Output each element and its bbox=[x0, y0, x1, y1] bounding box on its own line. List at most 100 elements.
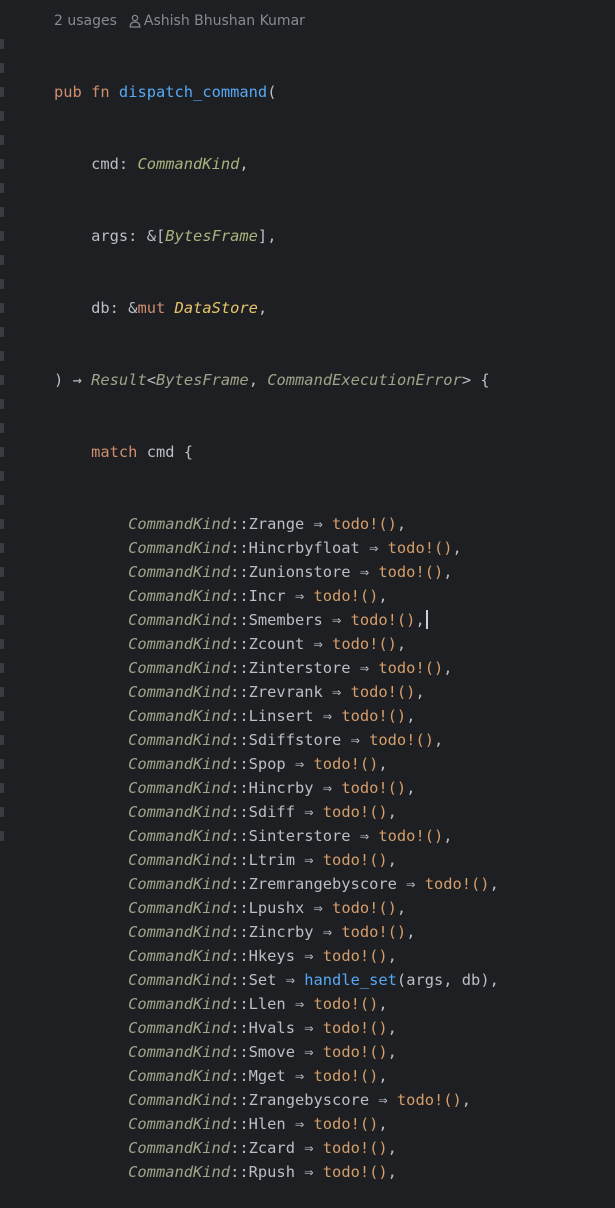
enum-name: CommandKind bbox=[128, 731, 231, 749]
fat-arrow: ⇒ bbox=[294, 1043, 323, 1061]
return-arrow: → bbox=[72, 371, 82, 389]
match-arm-line[interactable]: CommandKind::Zrange ⇒ todo!(), bbox=[54, 512, 615, 536]
return-type: Result bbox=[91, 371, 147, 389]
match-arm-line[interactable]: CommandKind::Hincrbyfloat ⇒ todo!(), bbox=[54, 536, 615, 560]
match-arm-line[interactable]: CommandKind::Zrangebyscore ⇒ todo!(), bbox=[54, 1088, 615, 1112]
enum-name: CommandKind bbox=[128, 779, 231, 797]
match-arm-line[interactable]: CommandKind::Hlen ⇒ todo!(), bbox=[54, 1112, 615, 1136]
fat-arrow: ⇒ bbox=[350, 827, 379, 845]
gutter-line-marker bbox=[0, 279, 4, 289]
todo-macro: todo!() bbox=[341, 707, 407, 725]
todo-macro: todo!() bbox=[341, 779, 407, 797]
keyword-mut: mut bbox=[137, 299, 166, 317]
code-editor[interactable]: pub fn dispatch_command( cmd: CommandKin… bbox=[54, 32, 615, 1208]
enum-variant: Rpush bbox=[248, 1163, 295, 1181]
param-line[interactable]: args: &[BytesFrame], bbox=[54, 224, 615, 248]
author-name[interactable]: Ashish Bhushan Kumar bbox=[144, 13, 305, 29]
enum-variant: Zrevrank bbox=[248, 683, 323, 701]
match-line[interactable]: match cmd { bbox=[54, 440, 615, 464]
gutter-line-marker bbox=[0, 327, 4, 337]
fat-arrow: ⇒ bbox=[313, 923, 342, 941]
todo-macro: todo!() bbox=[322, 803, 388, 821]
match-arm-line[interactable]: CommandKind::Zinterstore ⇒ todo!(), bbox=[54, 656, 615, 680]
match-arm-line[interactable]: CommandKind::Incr ⇒ todo!(), bbox=[54, 584, 615, 608]
gutter-line-marker bbox=[0, 207, 4, 217]
gutter-line-marker bbox=[0, 255, 4, 265]
enum-variant: Linsert bbox=[248, 707, 314, 725]
enum-variant: Zunionstore bbox=[248, 563, 351, 581]
match-arm-line[interactable]: CommandKind::Ltrim ⇒ todo!(), bbox=[54, 848, 615, 872]
fat-arrow: ⇒ bbox=[313, 779, 342, 797]
match-arm-line[interactable]: CommandKind::Set ⇒ handle_set(args, db), bbox=[54, 968, 615, 992]
enum-name: CommandKind bbox=[128, 1043, 231, 1061]
enum-variant: Hkeys bbox=[248, 947, 295, 965]
editor-gutter bbox=[0, 0, 14, 850]
return-type-line[interactable]: ) → Result<BytesFrame, CommandExecutionE… bbox=[54, 368, 615, 392]
match-arm-line[interactable]: CommandKind::Hincrby ⇒ todo!(), bbox=[54, 776, 615, 800]
gutter-line-marker bbox=[0, 519, 4, 529]
gutter-line-marker bbox=[0, 687, 4, 697]
gutter-line-marker bbox=[0, 87, 4, 97]
usages-count[interactable]: 2 usages bbox=[54, 13, 117, 29]
enum-name: CommandKind bbox=[128, 611, 231, 629]
match-arm-line[interactable]: CommandKind::Hvals ⇒ todo!(), bbox=[54, 1016, 615, 1040]
enum-variant: Spop bbox=[248, 755, 286, 773]
todo-macro: todo!() bbox=[322, 1019, 388, 1037]
enum-name: CommandKind bbox=[128, 1019, 231, 1037]
param-line[interactable]: cmd: CommandKind, bbox=[54, 152, 615, 176]
gutter-line-marker bbox=[0, 135, 4, 145]
param-type: CommandKind bbox=[137, 155, 240, 173]
fat-arrow: ⇒ bbox=[285, 1067, 314, 1085]
param-type: BytesFrame bbox=[165, 227, 258, 245]
match-arm-line[interactable]: CommandKind::Zcard ⇒ todo!(), bbox=[54, 1136, 615, 1160]
todo-macro: todo!() bbox=[424, 875, 490, 893]
enum-name: CommandKind bbox=[128, 707, 231, 725]
match-arm-line[interactable]: CommandKind::Spop ⇒ todo!(), bbox=[54, 752, 615, 776]
enum-name: CommandKind bbox=[128, 851, 231, 869]
match-arms[interactable]: CommandKind::Zrange ⇒ todo!(), CommandKi… bbox=[54, 512, 615, 1184]
enum-name: CommandKind bbox=[128, 923, 231, 941]
match-arm-line[interactable]: CommandKind::Zcount ⇒ todo!(), bbox=[54, 632, 615, 656]
gutter-line-marker bbox=[0, 159, 4, 169]
match-arm-line[interactable]: CommandKind::Sdiff ⇒ todo!(), bbox=[54, 800, 615, 824]
keyword-fn: fn bbox=[91, 83, 110, 101]
param-name: db bbox=[91, 299, 110, 317]
todo-macro: todo!() bbox=[313, 587, 379, 605]
match-arm-line[interactable]: CommandKind::Smove ⇒ todo!(), bbox=[54, 1040, 615, 1064]
match-arm-line[interactable]: CommandKind::Lpushx ⇒ todo!(), bbox=[54, 896, 615, 920]
match-arm-line[interactable]: CommandKind::Zremrangebyscore ⇒ todo!(), bbox=[54, 872, 615, 896]
person-icon bbox=[129, 14, 141, 28]
gutter-line-marker bbox=[0, 567, 4, 577]
match-arm-line[interactable]: CommandKind::Zrevrank ⇒ todo!(), bbox=[54, 680, 615, 704]
match-arm-line[interactable]: CommandKind::Llen ⇒ todo!(), bbox=[54, 992, 615, 1016]
fat-arrow: ⇒ bbox=[294, 1163, 323, 1181]
fn-signature-line[interactable]: pub fn dispatch_command( bbox=[54, 80, 615, 104]
fat-arrow: ⇒ bbox=[322, 683, 351, 701]
enum-name: CommandKind bbox=[128, 1091, 231, 1109]
match-arm-line[interactable]: CommandKind::Mget ⇒ todo!(), bbox=[54, 1064, 615, 1088]
return-type-arg: CommandExecutionError bbox=[267, 371, 462, 389]
match-arm-line[interactable]: CommandKind::Zincrby ⇒ todo!(), bbox=[54, 920, 615, 944]
gutter-line-marker bbox=[0, 663, 4, 673]
return-type-arg: BytesFrame bbox=[156, 371, 249, 389]
fat-arrow: ⇒ bbox=[341, 731, 370, 749]
todo-macro: todo!() bbox=[313, 1067, 379, 1085]
param-line[interactable]: db: &mut DataStore, bbox=[54, 296, 615, 320]
match-arm-line[interactable]: CommandKind::Zunionstore ⇒ todo!(), bbox=[54, 560, 615, 584]
fat-arrow: ⇒ bbox=[294, 803, 323, 821]
code-vision-inlay[interactable]: 2 usages Ashish Bhushan Kumar bbox=[54, 12, 305, 30]
keyword-match: match bbox=[91, 443, 138, 461]
match-arm-line[interactable]: CommandKind::Sdiffstore ⇒ todo!(), bbox=[54, 728, 615, 752]
fat-arrow: ⇒ bbox=[350, 563, 379, 581]
todo-macro: todo!() bbox=[378, 827, 444, 845]
todo-macro: todo!() bbox=[387, 539, 453, 557]
match-arm-line[interactable]: CommandKind::Sinterstore ⇒ todo!(), bbox=[54, 824, 615, 848]
fat-arrow: ⇒ bbox=[294, 851, 323, 869]
match-arm-line[interactable]: CommandKind::Rpush ⇒ todo!(), bbox=[54, 1160, 615, 1184]
fat-arrow: ⇒ bbox=[285, 995, 314, 1013]
match-arm-line[interactable]: CommandKind::Hkeys ⇒ todo!(), bbox=[54, 944, 615, 968]
match-arm-line[interactable]: CommandKind::Smembers ⇒ todo!(), bbox=[54, 608, 615, 632]
fat-arrow: ⇒ bbox=[359, 539, 388, 557]
match-arm-line[interactable]: CommandKind::Linsert ⇒ todo!(), bbox=[54, 704, 615, 728]
enum-variant: Ltrim bbox=[248, 851, 295, 869]
